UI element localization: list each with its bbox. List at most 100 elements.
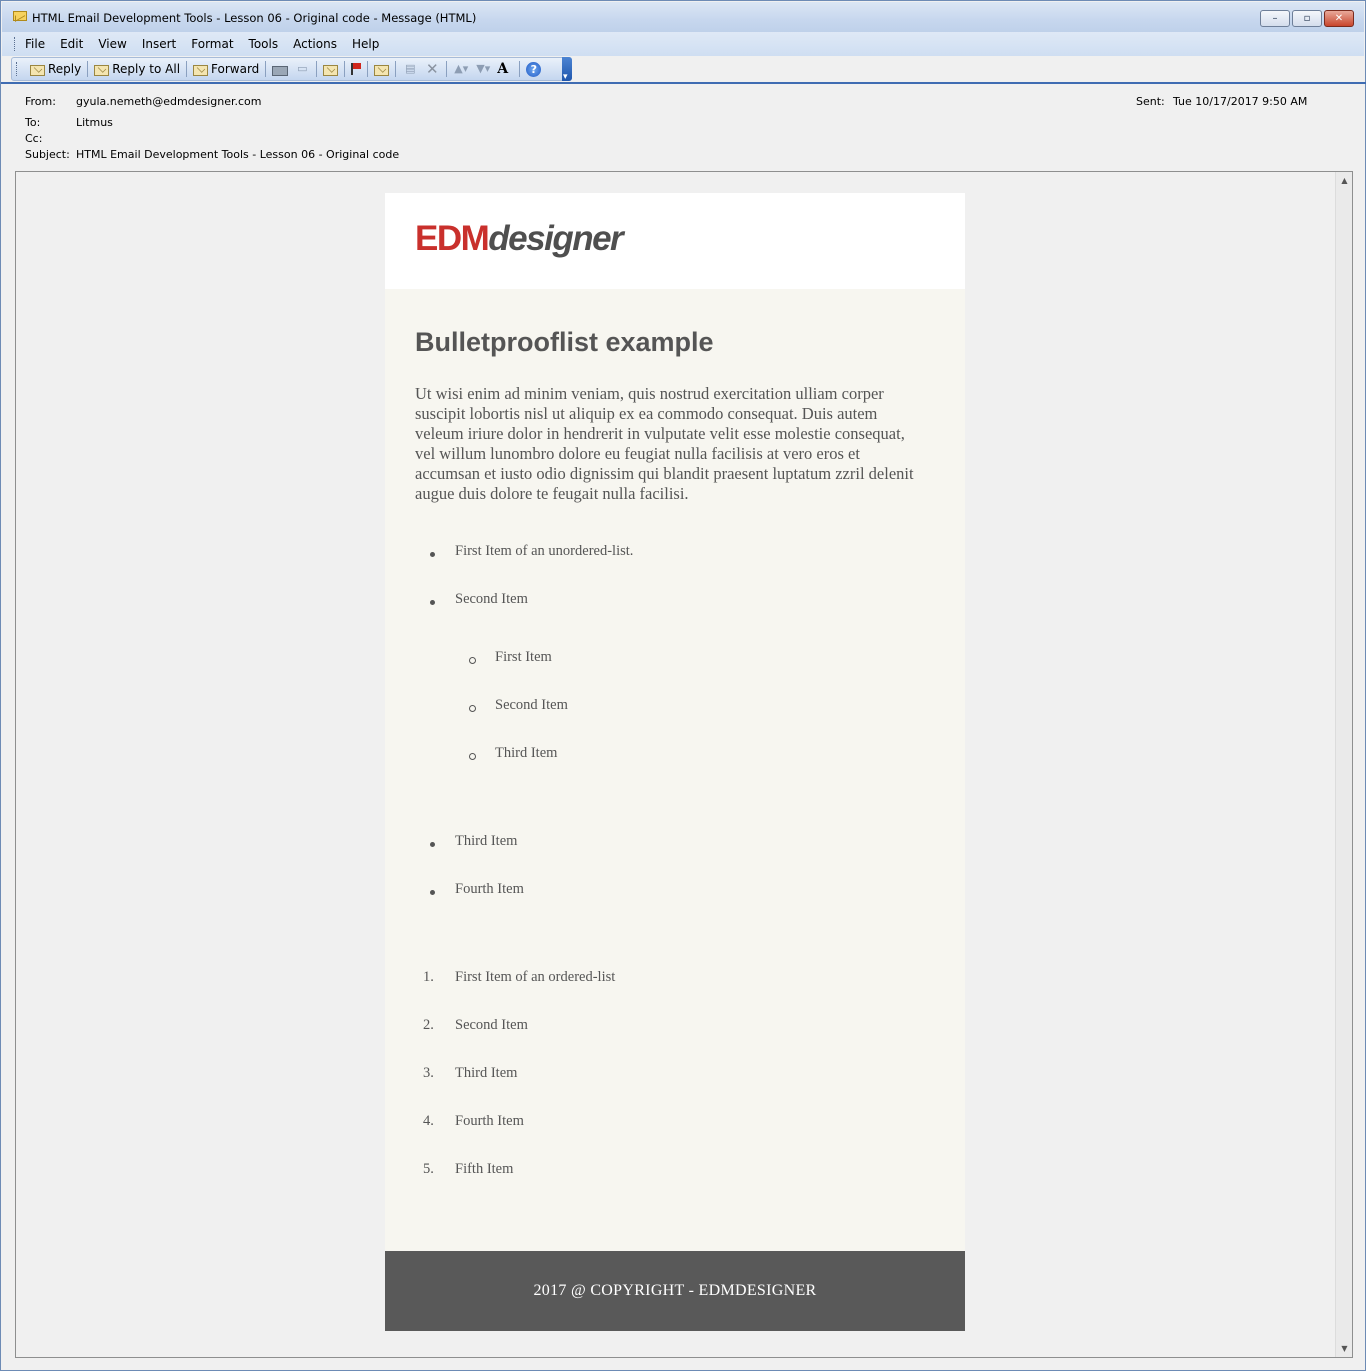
list-number: 2. bbox=[423, 1017, 434, 1033]
list-item: First Item bbox=[495, 649, 552, 665]
toolbar-separator bbox=[395, 61, 397, 77]
reply-all-icon bbox=[94, 65, 110, 76]
print-button[interactable] bbox=[269, 59, 291, 79]
menu-format[interactable]: Format bbox=[191, 37, 233, 51]
reply-button[interactable]: Reply bbox=[27, 59, 84, 79]
email-header: EDMdesigner bbox=[385, 193, 965, 289]
footer-copyright: 2017 @ COPYRIGHT - EDMDESIGNER bbox=[533, 1282, 817, 1299]
list-number: 1. bbox=[423, 969, 434, 985]
delete-button[interactable]: ✕ bbox=[421, 59, 443, 79]
sent-value: Tue 10/17/2017 9:50 AM bbox=[1173, 95, 1308, 108]
toolbar-separator bbox=[87, 61, 89, 77]
logo-edm: EDM bbox=[415, 219, 490, 258]
from-label: From: bbox=[25, 95, 56, 108]
reply-label: Reply bbox=[48, 62, 82, 76]
menu-help[interactable]: Help bbox=[352, 37, 379, 51]
list-number: 3. bbox=[423, 1065, 434, 1081]
toolbar-separator bbox=[344, 61, 346, 77]
list-item: First Item of an ordered-list bbox=[455, 969, 616, 985]
move-icon bbox=[374, 65, 390, 76]
move-button[interactable] bbox=[371, 59, 392, 79]
list-item: Second Item bbox=[455, 591, 528, 607]
next-icon: ▼▾ bbox=[476, 62, 491, 75]
menu-tools[interactable]: Tools bbox=[249, 37, 279, 51]
help-button[interactable]: ? bbox=[523, 59, 544, 79]
bullet-icon bbox=[430, 842, 435, 847]
toolbar-separator bbox=[316, 61, 318, 77]
reply-icon bbox=[30, 65, 45, 76]
list-item: Fourth Item bbox=[455, 1113, 524, 1129]
logo-designer: designer bbox=[488, 219, 623, 258]
list-item: Fourth Item bbox=[455, 881, 524, 897]
flag-button[interactable] bbox=[348, 59, 364, 79]
email-container: EDMdesigner Bulletprooflist example Ut w… bbox=[385, 193, 965, 1331]
message-window: HTML Email Development Tools - Lesson 06… bbox=[0, 0, 1366, 1371]
reply-all-button[interactable]: Reply to All bbox=[91, 59, 183, 79]
junk-button[interactable] bbox=[320, 59, 341, 79]
forward-icon bbox=[193, 65, 209, 76]
maximize-button[interactable]: ▫ bbox=[1292, 10, 1322, 27]
menu-edit[interactable]: Edit bbox=[60, 37, 83, 51]
bullet-icon bbox=[430, 890, 435, 895]
menu-view[interactable]: View bbox=[98, 37, 126, 51]
email-heading: Bulletprooflist example bbox=[415, 327, 714, 357]
edmdesigner-logo[interactable]: EDMdesigner bbox=[415, 219, 624, 259]
delete-icon: ✕ bbox=[426, 60, 439, 78]
previous-button[interactable]: ▲▾ bbox=[450, 59, 472, 79]
standard-toolbar: Reply Reply to All Forward ▭ ▤ ✕ ▲▾ ▼▾ A… bbox=[11, 57, 572, 82]
scroll-up-icon[interactable]: ▲ bbox=[1336, 176, 1352, 185]
bullet-icon bbox=[430, 600, 435, 605]
list-item: Fifth Item bbox=[455, 1161, 514, 1177]
menu-file[interactable]: File bbox=[25, 37, 45, 51]
bullet-icon bbox=[430, 552, 435, 557]
close-button[interactable]: ✕ bbox=[1324, 10, 1354, 27]
to-value[interactable]: Litmus bbox=[76, 116, 113, 129]
to-label: To: bbox=[25, 116, 41, 129]
list-number: 5. bbox=[423, 1161, 434, 1177]
title-bar[interactable]: HTML Email Development Tools - Lesson 06… bbox=[2, 2, 1364, 32]
menu-grip[interactable] bbox=[14, 37, 17, 51]
flag-icon bbox=[351, 63, 362, 75]
menu-insert[interactable]: Insert bbox=[142, 37, 176, 51]
toolbar-grip[interactable] bbox=[16, 62, 19, 76]
toolbar-separator bbox=[446, 61, 448, 77]
message-body-pane[interactable]: ▲ ▼ EDMdesigner Bulletprooflist example … bbox=[15, 171, 1353, 1358]
menu-bar: File Edit View Insert Format Tools Actio… bbox=[2, 32, 1364, 56]
list-item: Second Item bbox=[495, 697, 568, 713]
copy-icon: ▭ bbox=[297, 62, 308, 75]
toolbar-separator bbox=[519, 61, 521, 77]
list-item: Third Item bbox=[455, 833, 518, 849]
toolbar-divider bbox=[1, 82, 1366, 84]
vertical-scrollbar[interactable]: ▲ ▼ bbox=[1335, 172, 1352, 1357]
junk-icon bbox=[323, 65, 339, 76]
close-icon: ✕ bbox=[1334, 13, 1344, 24]
circle-bullet-icon bbox=[469, 705, 476, 712]
next-button[interactable]: ▼▾ bbox=[472, 59, 494, 79]
from-value[interactable]: gyula.nemeth@edmdesigner.com bbox=[76, 95, 262, 108]
list-item: Third Item bbox=[495, 745, 558, 761]
toolbar-separator bbox=[186, 61, 188, 77]
list-item: Second Item bbox=[455, 1017, 528, 1033]
categorize-button[interactable]: ▤ bbox=[399, 59, 421, 79]
reply-all-label: Reply to All bbox=[112, 62, 181, 76]
toolbar-options-button[interactable] bbox=[562, 57, 572, 82]
copy-button[interactable]: ▭ bbox=[291, 59, 313, 79]
minimize-button[interactable]: – bbox=[1260, 10, 1290, 27]
email-footer: 2017 @ COPYRIGHT - EDMDESIGNER bbox=[385, 1251, 965, 1331]
font-size-icon: A bbox=[497, 61, 509, 77]
forward-button[interactable]: Forward bbox=[190, 59, 262, 79]
help-icon: ? bbox=[526, 61, 542, 77]
font-size-button[interactable]: A bbox=[494, 59, 516, 79]
list-number: 4. bbox=[423, 1113, 434, 1129]
menu-actions[interactable]: Actions bbox=[293, 37, 337, 51]
subject-label: Subject: bbox=[25, 148, 70, 161]
list-item: Third Item bbox=[455, 1065, 518, 1081]
subject-value: HTML Email Development Tools - Lesson 06… bbox=[76, 148, 400, 161]
window-title: HTML Email Development Tools - Lesson 06… bbox=[32, 11, 477, 25]
toolbar-separator bbox=[367, 61, 369, 77]
envelope-icon bbox=[13, 11, 27, 21]
window-controls: – ▫ ✕ bbox=[1260, 10, 1354, 27]
list-item: First Item of an unordered-list. bbox=[455, 543, 634, 559]
scroll-down-icon[interactable]: ▼ bbox=[1336, 1344, 1352, 1353]
sent-label: Sent: bbox=[1136, 95, 1165, 108]
